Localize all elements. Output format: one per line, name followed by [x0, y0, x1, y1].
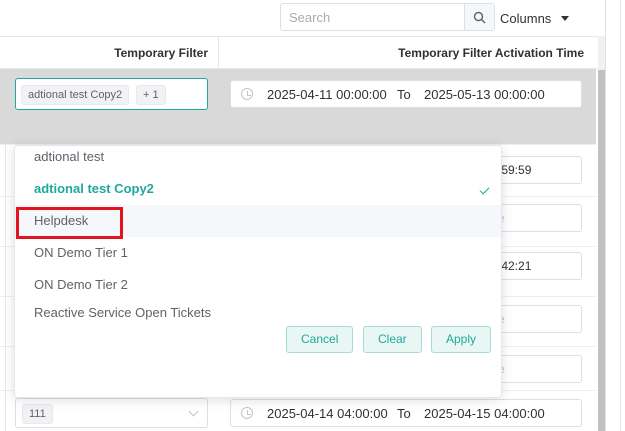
- clock-icon: [241, 407, 253, 419]
- check-icon: [479, 184, 490, 195]
- clock-icon: [241, 88, 253, 100]
- end-date: 2025-05-13 00:00:00: [424, 87, 545, 102]
- dropdown-option[interactable]: Helpdesk: [15, 205, 501, 237]
- search-icon: [473, 11, 486, 23]
- filter-options-dropdown: adtional test adtional test Copy2 Helpde…: [14, 145, 502, 398]
- dropdown-option[interactable]: adtional test Copy2: [15, 173, 501, 205]
- activation-time-range-picker[interactable]: 2025-04-11 00:00:00 To 2025-05-13 00:00:…: [230, 80, 582, 108]
- filter-tag: adtional test Copy2: [21, 85, 130, 105]
- option-label: Helpdesk: [34, 213, 89, 228]
- table-row: adtional test Copy2 + 1 2025-04-11 00:00…: [0, 69, 596, 145]
- column-header-activation-time[interactable]: Temporary Filter Activation Time: [219, 37, 600, 69]
- start-date: 2025-04-14 04:00:00: [267, 406, 388, 421]
- dropdown-option[interactable]: adtional test: [15, 146, 501, 173]
- temporary-filter-select[interactable]: adtional test Copy2 + 1: [15, 78, 208, 110]
- cancel-button[interactable]: Cancel: [286, 326, 354, 353]
- dropdown-option[interactable]: ON Demo Tier 1: [15, 237, 501, 269]
- option-label: ON Demo Tier 1: [34, 245, 128, 260]
- activation-time-range-picker[interactable]: :42:21: [490, 252, 582, 280]
- activation-time-range-picker[interactable]: e: [490, 204, 582, 232]
- range-separator: To: [397, 406, 411, 421]
- start-date: 2025-04-11 00:00:00: [267, 87, 387, 102]
- search-button[interactable]: [464, 4, 494, 30]
- columns-dropdown-button[interactable]: Columns: [500, 8, 570, 28]
- activation-time-range-picker[interactable]: 2025-04-14 04:00:00 To 2025-04-15 04:00:…: [230, 399, 582, 427]
- activation-time-range-picker[interactable]: e: [490, 305, 582, 333]
- caret-down-icon: [561, 15, 570, 21]
- clear-button[interactable]: Clear: [363, 326, 422, 353]
- table-toolbar: Columns: [0, 0, 605, 36]
- option-label: adtional test: [34, 149, 105, 164]
- option-label: ON Demo Tier 2: [34, 277, 128, 292]
- temporary-filter-select[interactable]: 111: [15, 398, 208, 428]
- page-divider: [620, 0, 621, 431]
- search-box: [280, 3, 495, 31]
- filter-tag-count: + 1: [136, 85, 166, 105]
- option-label: Reactive Service Open Tickets: [34, 305, 212, 320]
- end-date: 2025-04-15 04:00:00: [424, 406, 545, 421]
- dropdown-option[interactable]: Reactive Service Open Tickets: [15, 297, 501, 329]
- columns-label: Columns: [500, 10, 552, 26]
- option-label: adtional test Copy2: [34, 181, 154, 196]
- page-margin: [606, 0, 625, 431]
- chevron-down-icon: [188, 406, 199, 417]
- column-header-temporary-filter[interactable]: Temporary Filter: [0, 37, 219, 69]
- filter-tag: 111: [22, 404, 53, 424]
- range-separator: To: [397, 87, 411, 102]
- table-header: Temporary Filter Temporary Filter Activa…: [0, 37, 600, 69]
- search-input[interactable]: [281, 4, 467, 30]
- activation-time-range-picker[interactable]: :59:59: [490, 156, 582, 184]
- apply-button[interactable]: Apply: [431, 326, 492, 353]
- activation-time-range-picker[interactable]: e: [490, 355, 582, 383]
- vertical-scrollbar-thumb[interactable]: [598, 70, 605, 431]
